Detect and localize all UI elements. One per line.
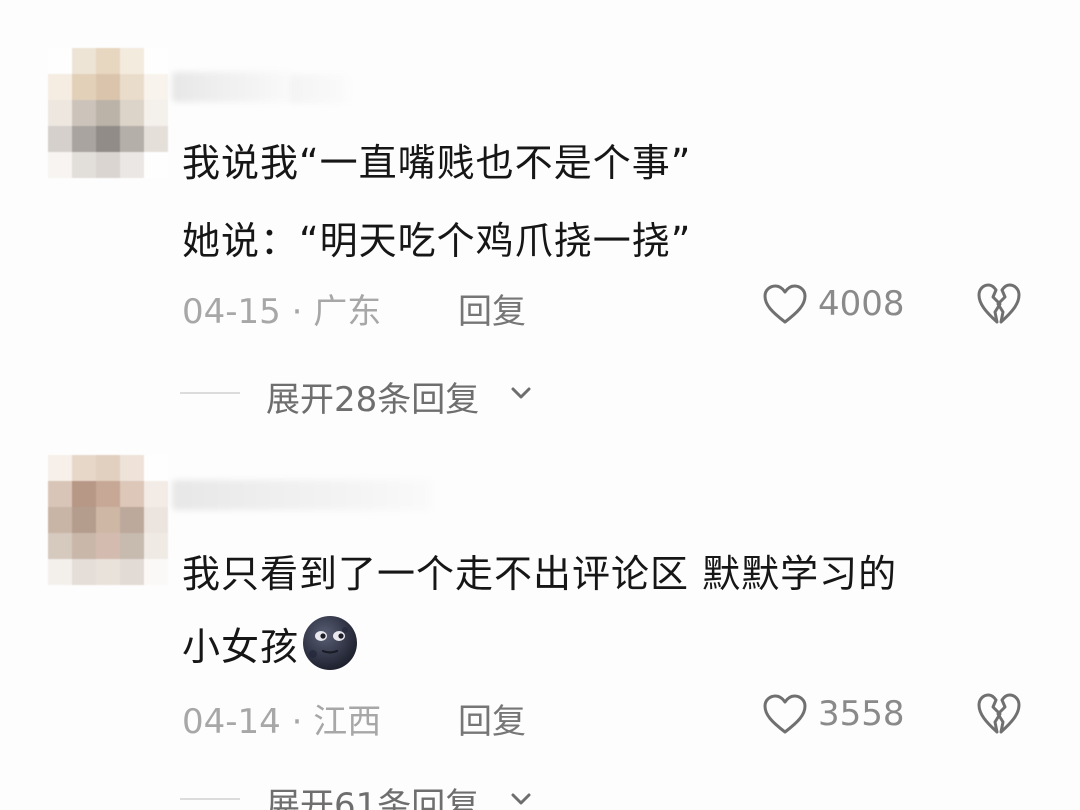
comment-text-line: 她说：“明天吃个鸡爪挠一挠” bbox=[182, 219, 692, 263]
avatar-pixel bbox=[144, 74, 168, 100]
comment-text-line: 小女孩 bbox=[182, 614, 359, 672]
comment-meta: 04-15 · 广东 bbox=[182, 292, 382, 332]
comment-text-line: 我说我“一直嘴贱也不是个事” bbox=[182, 141, 692, 185]
avatar-pixel bbox=[72, 126, 96, 152]
avatar-pixel bbox=[72, 507, 96, 533]
heart-icon[interactable] bbox=[762, 283, 808, 325]
avatar-pixel bbox=[48, 48, 72, 74]
avatar-pixel bbox=[120, 126, 144, 152]
new-moon-face-icon bbox=[303, 616, 358, 670]
expand-replies-label[interactable]: 展开28条回复 bbox=[266, 372, 479, 421]
broken-heart-icon[interactable] bbox=[976, 692, 1022, 736]
avatar-pixel bbox=[144, 559, 168, 585]
username[interactable] bbox=[172, 480, 432, 510]
avatar-pixel bbox=[48, 559, 72, 585]
avatar-pixel bbox=[144, 481, 168, 507]
avatar-pixel bbox=[96, 455, 120, 481]
broken-heart-icon[interactable] bbox=[976, 282, 1022, 326]
avatar-pixel bbox=[96, 481, 120, 507]
avatar-pixel bbox=[96, 559, 120, 585]
avatar-pixel bbox=[120, 74, 144, 100]
avatar-pixel bbox=[96, 126, 120, 152]
avatar-pixel bbox=[48, 126, 72, 152]
avatar-pixel bbox=[120, 48, 144, 74]
like-count: 4008 bbox=[818, 284, 905, 324]
avatar-pixel bbox=[120, 100, 144, 126]
reply-button[interactable]: 回复 bbox=[458, 284, 526, 333]
username[interactable] bbox=[172, 72, 292, 102]
reply-button[interactable]: 回复 bbox=[458, 694, 526, 743]
chevron-down-icon[interactable] bbox=[506, 784, 536, 810]
avatar-pixel bbox=[48, 152, 72, 178]
avatar-pixel bbox=[48, 100, 72, 126]
chevron-down-icon[interactable] bbox=[506, 378, 536, 408]
username-tail bbox=[290, 74, 350, 104]
avatar-pixel bbox=[96, 152, 120, 178]
avatar-pixel bbox=[48, 481, 72, 507]
avatar-pixel bbox=[72, 481, 96, 507]
expand-replies[interactable]: 展开28条回复 bbox=[180, 372, 580, 420]
comment-page: 我说我“一直嘴贱也不是个事” 她说：“明天吃个鸡爪挠一挠” 04-15 · 广东… bbox=[0, 0, 1080, 810]
avatar-pixel bbox=[120, 507, 144, 533]
avatar-pixel bbox=[72, 74, 96, 100]
avatar-pixel bbox=[120, 533, 144, 559]
avatar-pixel bbox=[48, 74, 72, 100]
avatar-pixel bbox=[48, 533, 72, 559]
avatar-pixel bbox=[120, 481, 144, 507]
avatar-pixel bbox=[96, 74, 120, 100]
divider bbox=[180, 798, 240, 800]
comment-text-line: 我只看到了一个走不出评论区 默默学习的 bbox=[182, 552, 898, 596]
avatar-pixel bbox=[144, 152, 168, 178]
expand-replies-label[interactable]: 展开61条回复 bbox=[266, 778, 479, 810]
comment-meta: 04-14 · 江西 bbox=[182, 702, 382, 742]
avatar-pixel bbox=[48, 455, 72, 481]
divider bbox=[180, 392, 240, 394]
avatar-pixel bbox=[120, 152, 144, 178]
avatar-pixel bbox=[144, 100, 168, 126]
avatar-pixel bbox=[144, 507, 168, 533]
avatar-pixel bbox=[72, 48, 96, 74]
avatar-pixel bbox=[120, 559, 144, 585]
avatar[interactable] bbox=[48, 455, 168, 585]
avatar-pixel bbox=[72, 533, 96, 559]
avatar-pixel bbox=[72, 455, 96, 481]
avatar-pixel bbox=[96, 48, 120, 74]
avatar-pixel bbox=[144, 48, 168, 74]
like-count: 3558 bbox=[818, 694, 905, 734]
avatar-pixel bbox=[72, 152, 96, 178]
avatar-pixel bbox=[144, 533, 168, 559]
avatar-pixel bbox=[72, 100, 96, 126]
avatar-pixel bbox=[120, 455, 144, 481]
heart-icon[interactable] bbox=[762, 693, 808, 735]
avatar-pixel bbox=[144, 455, 168, 481]
avatar-pixel bbox=[96, 100, 120, 126]
comment-text-segment: 小女孩 bbox=[182, 625, 300, 669]
avatar-pixel bbox=[48, 507, 72, 533]
avatar-pixel bbox=[144, 126, 168, 152]
avatar-pixel bbox=[96, 507, 120, 533]
avatar-pixel bbox=[96, 533, 120, 559]
avatar[interactable] bbox=[48, 48, 168, 178]
avatar-pixel bbox=[72, 559, 96, 585]
expand-replies[interactable]: 展开61条回复 bbox=[180, 778, 580, 810]
